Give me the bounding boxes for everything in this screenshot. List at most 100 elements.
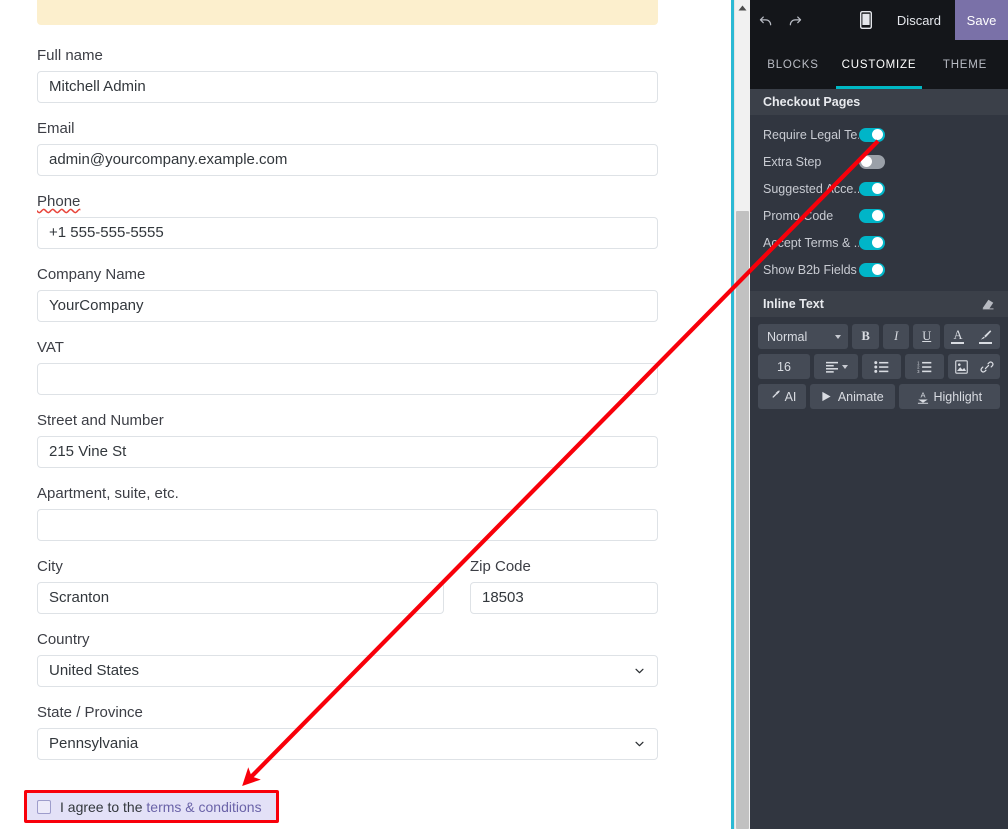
input-email[interactable]: admin@yourcompany.example.com — [37, 144, 658, 176]
undo-icon — [759, 15, 771, 25]
toggle-promo-code[interactable] — [859, 208, 885, 223]
align-left-icon — [825, 361, 838, 373]
svg-text:3: 3 — [917, 369, 920, 373]
numbered-list-icon: 1 2 3 — [917, 361, 932, 373]
checkout-options-list: Require Legal Te... Extra Step Suggested… — [750, 115, 1008, 291]
screen: Full name Mitchell Admin Email admin@you… — [0, 0, 1008, 829]
inline-text-row-1: Normal B I U A — [758, 324, 1000, 349]
tab-blocks[interactable]: BLOCKS — [750, 40, 836, 89]
input-city[interactable]: Scranton — [37, 582, 444, 614]
field-street: Street and Number 215 Vine St — [37, 411, 658, 468]
editor-tabs: BLOCKS CUSTOMIZE THEME — [750, 40, 1008, 89]
chevron-down-icon — [635, 668, 644, 674]
field-state-province: State / Province Pennsylvania — [37, 703, 658, 760]
agree-terms-highlight: I agree to the terms & conditions — [24, 790, 279, 823]
field-full-name: Full name Mitchell Admin — [37, 46, 658, 103]
font-color-letter: A — [953, 327, 963, 342]
tab-customize[interactable]: CUSTOMIZE — [836, 40, 922, 89]
preview-scrollbar[interactable] — [734, 0, 750, 829]
italic-button[interactable]: I — [882, 324, 910, 349]
inline-text-title: Inline Text — [763, 297, 824, 311]
select-country-value: United States — [49, 662, 140, 679]
terms-and-conditions-link[interactable]: terms & conditions — [146, 799, 261, 815]
numbered-list-button[interactable]: 1 2 3 — [905, 354, 944, 379]
checkout-pages-title: Checkout Pages — [763, 95, 861, 109]
bullet-list-icon — [874, 360, 889, 373]
chevron-down-icon — [635, 741, 644, 747]
redo-icon — [789, 15, 801, 25]
label-street: Street and Number — [37, 412, 164, 429]
field-zip-code: Zip Code 18503 — [470, 557, 658, 614]
bold-button[interactable]: B — [852, 324, 879, 349]
toggle-knob — [872, 210, 883, 221]
font-size-input[interactable]: 16 — [758, 354, 810, 379]
animate-button[interactable]: Animate — [810, 384, 895, 409]
option-label: Extra Step — [763, 154, 822, 169]
insert-link-button[interactable] — [974, 354, 1000, 379]
info-banner — [37, 0, 658, 25]
undo-button[interactable] — [750, 0, 780, 40]
select-state-province[interactable]: Pennsylvania — [37, 728, 658, 760]
text-align-dropdown[interactable] — [814, 354, 858, 379]
option-label: Promo Code — [763, 208, 834, 223]
highlight-button[interactable]: A Highlight — [898, 384, 1000, 409]
input-company-name[interactable]: YourCompany — [37, 290, 658, 322]
option-show-b2b-fields[interactable]: Show B2b Fields — [750, 256, 1008, 283]
field-apartment: Apartment, suite, etc. — [37, 484, 658, 541]
chevron-down-icon — [841, 364, 848, 369]
color-button-group: A — [943, 324, 1000, 349]
underline-button[interactable]: U — [913, 324, 940, 349]
field-company-name: Company Name YourCompany — [37, 265, 658, 322]
highlight-color-button[interactable] — [971, 324, 1000, 349]
toggle-extra-step[interactable] — [859, 154, 885, 169]
redo-button[interactable] — [780, 0, 810, 40]
option-label: Show B2b Fields — [763, 262, 857, 277]
highlight-underline-a-icon: A — [918, 390, 929, 404]
input-phone[interactable]: +1 555-555-5555 — [37, 217, 658, 249]
ai-label: AI — [784, 389, 797, 404]
ai-button[interactable]: AI — [758, 384, 806, 409]
insert-image-button[interactable] — [948, 354, 974, 379]
option-promo-code[interactable]: Promo Code — [750, 202, 1008, 229]
option-label: Suggested Acce... — [763, 181, 859, 196]
font-color-button[interactable]: A — [943, 324, 972, 349]
option-label: Accept Terms & ... — [763, 235, 859, 250]
input-zip-code[interactable]: 18503 — [470, 582, 658, 614]
field-country: Country United States — [37, 630, 658, 687]
label-vat: VAT — [37, 339, 64, 356]
mobile-preview-button[interactable] — [849, 0, 883, 40]
inline-text-row-3: AI Animate A Highlight — [758, 384, 1000, 409]
input-street[interactable]: 215 Vine St — [37, 436, 658, 468]
input-vat[interactable] — [37, 363, 658, 395]
tab-theme[interactable]: THEME — [922, 40, 1008, 89]
discard-button[interactable]: Discard — [883, 0, 955, 40]
scroll-up-arrow-icon[interactable] — [735, 0, 750, 16]
inline-text-row-2: 16 1 2 3 — [758, 354, 1000, 379]
input-full-name[interactable]: Mitchell Admin — [37, 71, 658, 103]
image-icon — [954, 359, 968, 374]
eraser-icon[interactable] — [981, 297, 995, 311]
toggle-suggested-accessories[interactable] — [859, 181, 885, 196]
scrollbar-thumb[interactable] — [736, 211, 749, 829]
option-extra-step[interactable]: Extra Step — [750, 148, 1008, 175]
agree-terms-checkbox[interactable] — [37, 799, 51, 814]
agree-terms-prefix: I agree to the — [60, 798, 147, 815]
animate-label: Animate — [837, 389, 884, 404]
select-country[interactable]: United States — [37, 655, 658, 687]
toggle-require-legal-terms[interactable] — [859, 127, 885, 142]
label-phone: Phone — [37, 193, 81, 210]
option-suggested-accessories[interactable]: Suggested Acce... — [750, 175, 1008, 202]
triangle-up-icon — [738, 5, 747, 11]
toggle-knob — [872, 129, 883, 140]
bullet-list-button[interactable] — [862, 354, 901, 379]
option-accept-terms[interactable]: Accept Terms & ... — [750, 229, 1008, 256]
text-style-select[interactable]: Normal — [758, 324, 849, 349]
input-apartment[interactable] — [37, 509, 658, 541]
save-button[interactable]: Save — [955, 0, 1008, 40]
checkout-pages-section-header: Checkout Pages — [750, 89, 1008, 115]
label-zip-code: Zip Code — [470, 558, 531, 575]
label-apartment: Apartment, suite, etc. — [37, 485, 179, 502]
toggle-show-b2b-fields[interactable] — [859, 262, 885, 277]
option-require-legal-terms[interactable]: Require Legal Te... — [750, 121, 1008, 148]
toggle-accept-terms[interactable] — [859, 235, 885, 250]
